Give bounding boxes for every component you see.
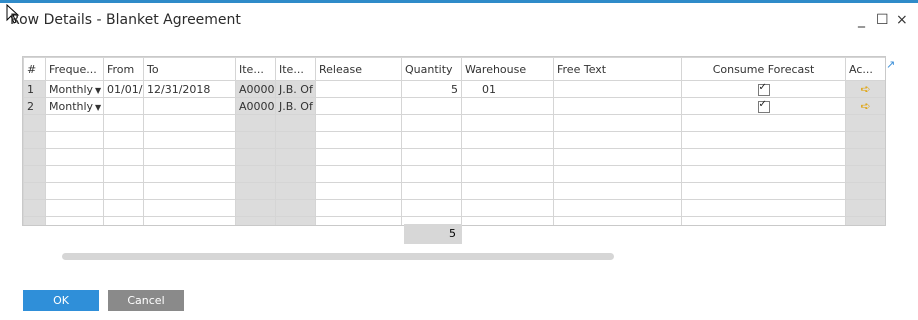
window-title: Row Details - Blanket Agreement [10,12,241,28]
empty-row [23,199,885,217]
horizontal-scrollbar[interactable] [62,253,614,260]
to-date-cell[interactable]: 12/31/2018 [143,80,236,98]
col-header-item-no[interactable]: Ite... [235,57,276,81]
minimize-icon[interactable]: _ [858,12,865,28]
col-header-action[interactable]: Ac... [845,57,885,81]
table-row[interactable]: 1 Monthly ▼ 01/01/ 12/31/2018 A0000 J.B. … [23,80,885,98]
consume-forecast-checkbox[interactable] [757,99,770,113]
row-number: 2 [23,97,46,115]
item-no-cell: A0000 [235,97,276,115]
col-header-frequency[interactable]: Freque... [45,57,104,81]
col-header-item-desc[interactable]: Ite... [275,57,316,81]
item-no-cell: A0000 [235,80,276,98]
col-header-number[interactable]: # [23,57,46,81]
empty-row [23,182,885,200]
frequency-cell[interactable]: Monthly ▼ [45,80,104,98]
release-cell[interactable] [315,97,402,115]
free-text-cell[interactable] [553,80,682,98]
frequency-cell[interactable]: Monthly ▼ [45,97,104,115]
col-header-quantity[interactable]: Quantity [401,57,462,81]
free-text-cell[interactable] [553,97,682,115]
maximize-icon[interactable]: ☐ [876,12,889,28]
col-header-free-text[interactable]: Free Text [553,57,682,81]
col-header-release[interactable]: Release [315,57,402,81]
quantity-cell[interactable]: 5 [401,80,462,98]
item-desc-cell: J.B. Of [275,97,316,115]
to-date-cell[interactable] [143,97,236,115]
from-date-cell[interactable]: 01/01/ [103,80,144,98]
from-date-cell[interactable] [103,97,144,115]
consume-forecast-cell[interactable] [681,97,846,115]
frequency-value: Monthly [49,99,94,113]
empty-row [23,165,885,183]
warehouse-cell[interactable]: 01 [461,80,554,98]
action-cell[interactable]: ➪ [845,97,885,115]
window-accent-bar [0,0,918,3]
expand-grid-icon[interactable]: ↗ [886,58,895,71]
frequency-value: Monthly [49,82,94,96]
empty-row [23,131,885,149]
col-header-warehouse[interactable]: Warehouse [461,57,554,81]
quantity-cell[interactable] [401,97,462,115]
dropdown-arrow-icon[interactable]: ▼ [95,103,101,112]
consume-forecast-cell[interactable] [681,80,846,98]
release-cell[interactable] [315,80,402,98]
table-header-row: # Freque... From To Ite... Ite... Releas… [23,57,885,81]
close-icon[interactable]: × [896,12,908,28]
arrow-right-icon[interactable]: ➪ [860,99,870,113]
quantity-total: 5 [404,224,462,244]
arrow-right-icon[interactable]: ➪ [860,82,870,96]
col-header-to[interactable]: To [143,57,236,81]
row-number: 1 [23,80,46,98]
action-cell[interactable]: ➪ [845,80,885,98]
col-header-from[interactable]: From [103,57,144,81]
table-row[interactable]: 2 Monthly▼ A0000 J.B. Of ➪ [23,97,885,115]
details-grid: # Freque... From To Ite... Ite... Releas… [22,56,886,226]
item-desc-cell: J.B. Of [275,80,316,98]
warehouse-cell[interactable] [461,97,554,115]
empty-row [23,148,885,166]
consume-forecast-checkbox[interactable] [757,82,770,96]
col-header-consume-forecast[interactable]: Consume Forecast [681,57,846,81]
dropdown-arrow-icon[interactable]: ▼ [95,86,101,95]
cancel-button[interactable]: Cancel [108,290,184,311]
ok-button[interactable]: OK [23,290,99,311]
empty-row [23,114,885,132]
